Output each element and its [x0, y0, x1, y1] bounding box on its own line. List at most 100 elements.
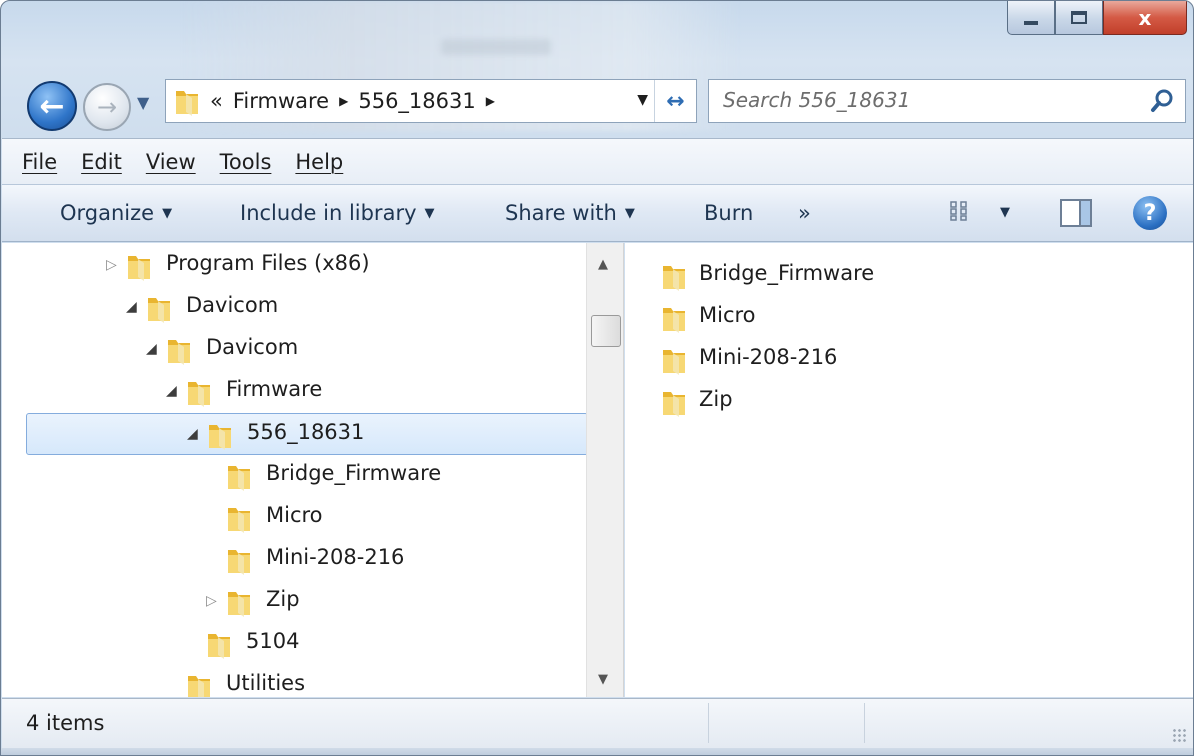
folder-icon: [226, 503, 252, 538]
address-bar[interactable]: « Firmware ▶ 556_18631 ▶ ▼ ↔: [165, 79, 697, 123]
tree-item-label: 5104: [246, 629, 300, 653]
tree-item-label: Zip: [266, 587, 300, 611]
menu-help[interactable]: Help: [295, 150, 343, 174]
tree-item-label: Micro: [266, 503, 323, 527]
breadcrumb-arrow-icon[interactable]: ▶: [486, 94, 495, 108]
more-commands-button[interactable]: »: [798, 201, 811, 225]
burn-button[interactable]: Burn: [704, 201, 753, 225]
close-icon: x: [1138, 5, 1152, 30]
tree-item[interactable]: ◢ 556_18631: [26, 413, 586, 455]
item-count: 4 items: [26, 711, 105, 735]
search-icon[interactable]: [1149, 88, 1175, 114]
search-input[interactable]: [723, 80, 1143, 120]
refresh-icon: ↔: [666, 88, 685, 114]
help-icon: ?: [1143, 200, 1157, 226]
expand-icon[interactable]: ▷: [206, 593, 217, 609]
folder-icon: [207, 420, 233, 455]
refresh-button[interactable]: ↔: [654, 80, 696, 122]
folder-icon: [186, 671, 212, 697]
back-arrow-icon: ←: [39, 88, 65, 124]
expand-icon[interactable]: ▷: [106, 257, 117, 273]
menu-tools[interactable]: Tools: [220, 150, 272, 174]
navigation-scrollbar[interactable]: ▲ ▼: [586, 243, 624, 697]
scroll-down-icon[interactable]: ▼: [598, 672, 608, 687]
status-bar: 4 items: [2, 698, 1193, 748]
tree-item[interactable]: Mini-208-216: [2, 539, 586, 581]
view-dropdown-icon[interactable]: ▼: [1000, 205, 1010, 220]
status-divider: [864, 703, 865, 743]
close-button[interactable]: x: [1103, 1, 1187, 35]
maximize-button[interactable]: [1055, 1, 1103, 35]
search-box[interactable]: [708, 79, 1186, 123]
tree-item-label: Davicom: [186, 293, 279, 317]
organize-button[interactable]: Organize ▼: [60, 201, 172, 225]
back-button[interactable]: ←: [27, 81, 77, 131]
include-in-library-button[interactable]: Include in library ▼: [240, 201, 435, 225]
file-list-item-label: Zip: [699, 387, 733, 411]
file-list-item-label: Bridge_Firmware: [699, 261, 875, 285]
menu-bar: File Edit View Tools Help: [2, 138, 1193, 184]
folder-icon: [186, 377, 212, 412]
tree-item-label: Mini-208-216: [266, 545, 405, 569]
scroll-up-icon[interactable]: ▲: [598, 257, 608, 272]
address-overflow[interactable]: «: [210, 89, 223, 113]
tree-item-label: Utilities: [226, 671, 306, 695]
tree-item[interactable]: ▷ Zip: [2, 581, 586, 623]
tree-item[interactable]: Bridge_Firmware: [2, 455, 586, 497]
folder-icon: [226, 545, 252, 580]
tree-item[interactable]: 5104: [2, 623, 586, 665]
tree-item[interactable]: ◢ Davicom: [2, 287, 586, 329]
tree-item-label: Bridge_Firmware: [266, 461, 442, 485]
breadcrumb-556-18631[interactable]: 556_18631: [358, 89, 475, 113]
organize-label: Organize: [60, 201, 155, 225]
folder-icon: [146, 293, 172, 328]
folder-icon: [226, 461, 252, 496]
folder-icon: [126, 251, 152, 286]
tree-item-label: Firmware: [226, 377, 323, 401]
tree-item[interactable]: Micro: [2, 497, 586, 539]
address-dropdown-icon[interactable]: ▼: [637, 92, 648, 108]
folder-icon: [176, 91, 198, 116]
breadcrumb-arrow-icon[interactable]: ▶: [339, 94, 348, 108]
burn-label: Burn: [704, 201, 754, 225]
minimize-button[interactable]: [1007, 1, 1055, 35]
explorer-window: x ← → ▼ « Firmware ▶ 556_18631 ▶ ▼ ↔ Fil…: [0, 0, 1194, 756]
tree-item-label: Davicom: [206, 335, 299, 359]
tree-item[interactable]: Utilities: [2, 665, 586, 697]
change-view-icon[interactable]: [950, 201, 970, 221]
minimize-icon: [1024, 20, 1038, 25]
help-button[interactable]: ?: [1133, 196, 1167, 230]
window-bottom-edge: [1, 748, 1193, 755]
collapse-icon[interactable]: ◢: [126, 299, 137, 315]
chevron-down-icon: ▼: [424, 206, 435, 221]
collapse-icon[interactable]: ◢: [187, 426, 198, 442]
tree-item[interactable]: ◢ Firmware: [2, 371, 586, 413]
folder-icon: [226, 587, 252, 622]
menu-view[interactable]: View: [146, 150, 196, 174]
share-with-label: Share with: [505, 201, 617, 225]
preview-pane-icon[interactable]: [1060, 199, 1092, 227]
file-list-pane[interactable]: Bridge_Firmware Micro Mini-208-216 Zip: [625, 243, 1193, 697]
navigation-pane[interactable]: ▷ Program Files (x86) ◢ Davicom ◢ Davicom ◢ Fir…: [2, 243, 586, 697]
folder-icon: [166, 335, 192, 370]
folder-icon: [206, 629, 232, 664]
scroll-thumb[interactable]: [591, 315, 621, 347]
collapse-icon[interactable]: ◢: [166, 383, 177, 399]
history-dropdown-icon[interactable]: ▼: [137, 93, 149, 112]
menu-edit[interactable]: Edit: [81, 150, 122, 174]
more-commands-icon: »: [798, 201, 811, 225]
breadcrumb-firmware[interactable]: Firmware: [233, 89, 329, 113]
share-with-button[interactable]: Share with ▼: [505, 201, 635, 225]
chevron-down-icon: ▼: [162, 206, 173, 221]
chevron-down-icon: ▼: [624, 206, 635, 221]
command-bar: Organize ▼ Include in library ▼ Share with…: [2, 184, 1193, 242]
menu-file[interactable]: File: [22, 150, 57, 174]
background-blur-text: [441, 39, 551, 55]
collapse-icon[interactable]: ◢: [146, 341, 157, 357]
maximize-icon: [1071, 11, 1087, 24]
tree-item-label: Program Files (x86): [166, 251, 370, 275]
tree-item[interactable]: ▷ Program Files (x86): [2, 245, 586, 287]
forward-button[interactable]: →: [83, 83, 131, 131]
tree-item[interactable]: ◢ Davicom: [2, 329, 586, 371]
resize-grip[interactable]: [1172, 728, 1186, 742]
